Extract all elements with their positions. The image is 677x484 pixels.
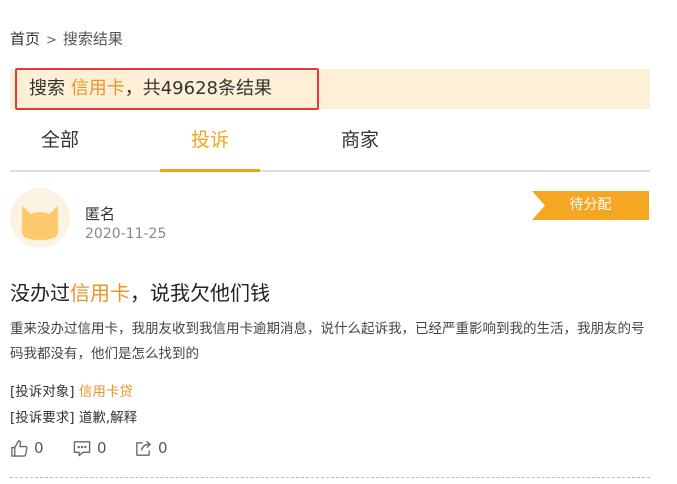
search-result-count: 49628 <box>160 78 218 99</box>
result-tabs: 全部 投诉 商家 <box>10 120 650 172</box>
share-button[interactable]: 0 <box>134 436 168 460</box>
search-count-suffix: 条结果 <box>218 78 272 99</box>
complaint-target-keyword[interactable]: 信用卡 <box>79 384 120 400</box>
thumbs-up-icon <box>10 439 29 458</box>
search-summary-text: 搜索 信用卡，共49628条结果 <box>15 68 319 110</box>
post-title[interactable]: 没办过信用卡，说我欠他们钱 <box>10 277 270 306</box>
complaint-request-label: [投诉要求] <box>10 410 75 426</box>
complaint-request: [投诉要求] 道歉,解释 <box>10 406 137 426</box>
post-author: 匿名 <box>85 205 116 223</box>
breadcrumb-separator: > <box>46 33 57 48</box>
like-button[interactable]: 0 <box>10 436 44 460</box>
search-keyword: 信用卡 <box>70 78 125 99</box>
comment-count: 0 <box>97 439 107 457</box>
tab-merchants[interactable]: 商家 <box>310 120 410 170</box>
post-date: 2020-11-25 <box>85 226 167 242</box>
complaint-target-label: [投诉对象] <box>10 384 75 400</box>
comment-icon <box>72 439 92 458</box>
post-title-after: ，说我欠他们钱 <box>130 281 270 305</box>
breadcrumb: 首页 > 搜索结果 <box>10 28 123 49</box>
share-count: 0 <box>158 439 168 457</box>
breadcrumb-home-link[interactable]: 首页 <box>10 30 40 48</box>
cat-avatar-icon <box>10 188 70 248</box>
complaint-target: [投诉对象] 信用卡贷 <box>10 380 133 400</box>
post-divider <box>10 477 650 478</box>
status-badge: 待分配 <box>532 191 649 220</box>
search-prefix: 搜索 <box>29 78 65 99</box>
post-body: 重来没办过信用卡，我朋友收到我信用卡逾期消息，说什么起诉我，已经严重影响到我的生… <box>10 321 645 362</box>
like-count: 0 <box>34 439 44 457</box>
search-count-prefix: ，共 <box>124 78 161 99</box>
tab-complaints[interactable]: 投诉 <box>160 120 260 172</box>
breadcrumb-current: 搜索结果 <box>62 30 123 48</box>
complaint-request-value: 道歉,解释 <box>78 410 138 426</box>
post-title-before: 没办过 <box>10 281 70 305</box>
share-icon <box>134 439 153 458</box>
tab-all[interactable]: 全部 <box>10 120 110 170</box>
post-title-keyword: 信用卡 <box>70 281 130 305</box>
comment-button[interactable]: 0 <box>72 436 107 460</box>
complaint-target-rest[interactable]: 贷 <box>119 384 133 400</box>
search-summary-banner: 搜索 信用卡，共49628条结果 <box>10 68 650 110</box>
